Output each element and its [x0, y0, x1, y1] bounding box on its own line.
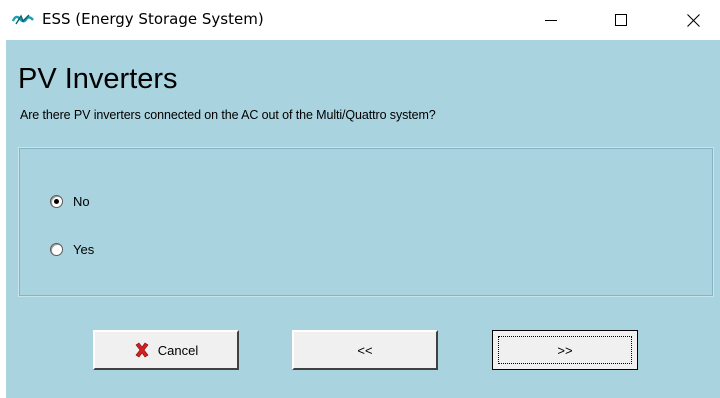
page-question: Are there PV inverters connected on the … [20, 108, 436, 122]
back-label: << [357, 342, 373, 358]
close-button[interactable] [670, 0, 716, 40]
option-yes[interactable]: Yes [50, 242, 94, 257]
window-title: ESS (Energy Storage System) [42, 10, 264, 28]
title-bar[interactable]: ESS (Energy Storage System) [0, 0, 720, 40]
minimize-button[interactable] [528, 0, 574, 40]
close-icon [686, 13, 700, 27]
cancel-button[interactable]: Cancel [93, 330, 239, 370]
option-yes-label[interactable]: Yes [73, 242, 94, 257]
next-button[interactable]: >> [492, 330, 638, 370]
minimize-icon [545, 20, 557, 21]
options-group [18, 147, 714, 297]
radio-yes[interactable] [50, 243, 63, 256]
cancel-x-icon [135, 342, 149, 358]
option-no[interactable]: No [50, 194, 90, 209]
back-button[interactable]: << [292, 330, 438, 370]
focus-rect [498, 336, 632, 364]
cancel-label: Cancel [157, 342, 199, 358]
maximize-button[interactable] [598, 0, 644, 40]
app-icon [11, 12, 34, 26]
option-no-label[interactable]: No [73, 194, 90, 209]
wizard-panel: PV Inverters Are there PV inverters conn… [6, 40, 720, 398]
radio-no[interactable] [50, 195, 63, 208]
maximize-icon [615, 14, 627, 26]
radio-selected-dot [54, 199, 59, 204]
page-title: PV Inverters [18, 63, 178, 95]
